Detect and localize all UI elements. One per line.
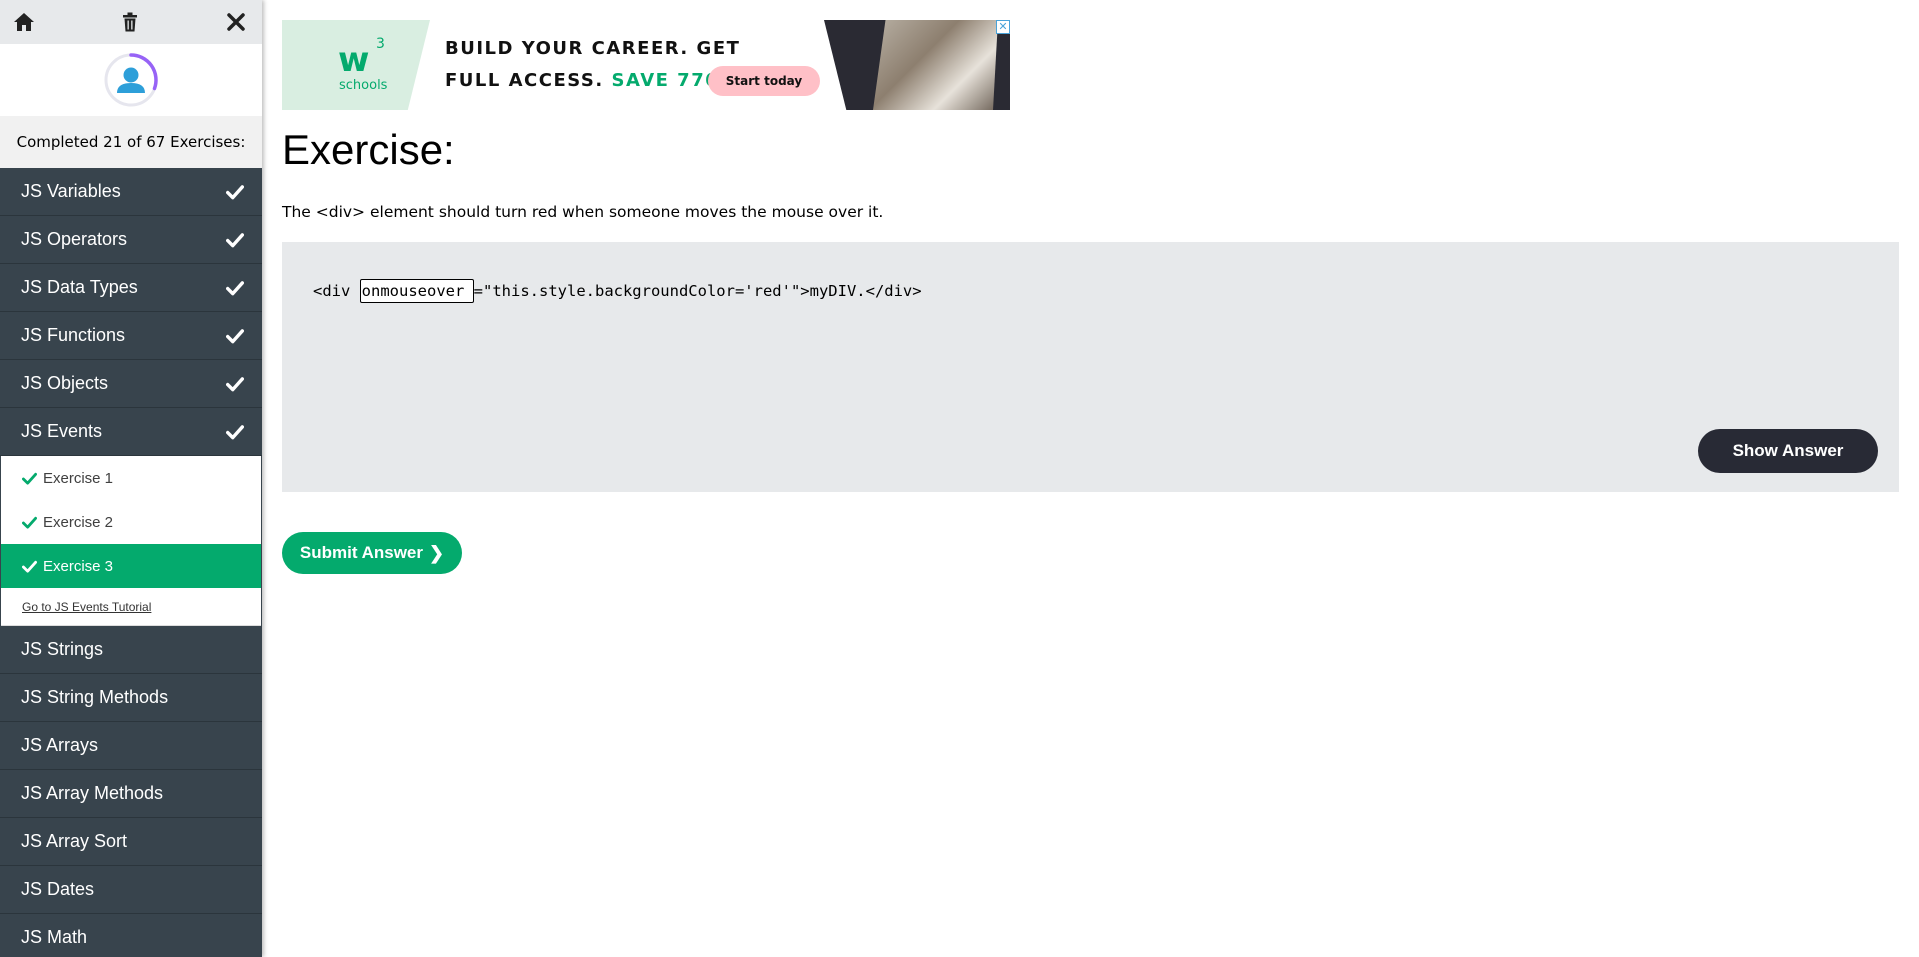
exercise-sidebar: Completed 21 of 67 Exercises: JS Variabl… — [0, 0, 262, 957]
ad-photo — [873, 20, 998, 110]
exercise-item[interactable]: Exercise 1 — [1, 456, 261, 500]
progress-text: Completed 21 of 67 Exercises: — [0, 116, 262, 168]
show-answer-button[interactable]: Show Answer — [1698, 429, 1878, 473]
exercise-item[interactable]: Exercise 2 — [1, 500, 261, 544]
check-icon — [226, 423, 244, 441]
sidebar-category-label: JS Functions — [21, 325, 126, 345]
sidebar-category-label: JS Strings — [21, 639, 104, 659]
sidebar-toolbar — [0, 0, 262, 44]
sidebar-category-label: JS Arrays — [21, 735, 99, 755]
ad-subline: FULL ACCESS. SAVE 770$ — [445, 70, 733, 91]
sidebar-category[interactable]: JS Dates — [0, 866, 262, 914]
answer-input[interactable]: onmouseover — [359, 279, 474, 303]
sidebar-category[interactable]: JS Array Methods — [0, 770, 262, 818]
check-icon — [226, 231, 244, 249]
sidebar-category[interactable]: JS Operators — [0, 216, 262, 264]
tutorial-link[interactable]: Go to JS Events Tutorial — [1, 588, 261, 626]
sidebar-category-label: JS Array Methods — [21, 783, 164, 803]
sidebar-category-label: JS Array Sort — [21, 831, 128, 851]
sidebar-category[interactable]: JS Array Sort — [0, 818, 262, 866]
reset-button[interactable] — [118, 10, 142, 34]
chevron-right-icon: ❯ — [429, 542, 445, 563]
user-icon — [104, 53, 158, 107]
w3schools-logo: w — [338, 40, 370, 80]
sidebar-category-label: JS Objects — [21, 373, 109, 393]
check-icon — [22, 515, 37, 530]
sidebar-category-label: JS Variables — [21, 181, 121, 201]
submit-answer-button[interactable]: Submit Answer ❯ — [282, 532, 462, 574]
sidebar-category-label: JS Math — [21, 927, 88, 947]
sidebar-category[interactable]: JS Arrays — [0, 722, 262, 770]
check-icon — [226, 183, 244, 201]
sidebar-category[interactable]: JS Math — [0, 914, 262, 957]
submit-label: Submit Answer — [299, 543, 423, 562]
code-exercise-box: <div onmouseover ="this.style.backgroundC… — [282, 242, 1899, 492]
sidebar-category-label: JS Operators — [21, 229, 128, 249]
ad-subline-prefix: FULL ACCESS. — [445, 70, 604, 91]
ad-headline: BUILD YOUR CAREER. GET — [445, 38, 741, 59]
advertisement-banner[interactable]: w 3 schools BUILD YOUR CAREER. GET FULL … — [282, 20, 1010, 110]
sidebar-category[interactable]: JS Strings — [0, 626, 262, 674]
exercise-item[interactable]: Exercise 3 — [1, 544, 261, 588]
home-button[interactable] — [12, 10, 36, 34]
ad-close-button[interactable]: ✕ — [996, 20, 1010, 34]
sidebar-category-label: JS Data Types — [21, 277, 138, 297]
exercise-list: Exercise 1 Exercise 2 Exercise 3 Go to JS E… — [0, 456, 262, 626]
code-line: <div onmouseover ="this.style.backgroundC… — [313, 279, 922, 303]
exercise-instruction: The <div> element should turn red when s… — [282, 203, 884, 221]
exercise-item-label: Exercise 2 — [43, 513, 114, 531]
category-list-rest: JS Strings JS String Methods JS Arrays JS A… — [0, 626, 262, 957]
w3schools-logo-text: schools — [339, 78, 388, 93]
sidebar-category[interactable]: JS Objects — [0, 360, 262, 408]
w3schools-logo-super: 3 — [376, 36, 385, 52]
main-content: w 3 schools BUILD YOUR CAREER. GET FULL … — [282, 0, 1902, 957]
check-icon — [22, 559, 37, 574]
sidebar-category[interactable]: JS Variables — [0, 168, 262, 216]
check-icon — [226, 279, 244, 297]
sidebar-category[interactable]: JS Functions — [0, 312, 262, 360]
sidebar-category-label: JS String Methods — [21, 687, 169, 707]
sidebar-category-label: JS Events — [21, 421, 103, 441]
check-icon — [22, 471, 37, 486]
exercise-item-label: Exercise 1 — [43, 469, 114, 487]
close-sidebar-button[interactable] — [224, 10, 248, 34]
code-before: <div — [313, 282, 360, 300]
page-title: Exercise: — [282, 126, 455, 173]
check-icon — [226, 375, 244, 393]
sidebar-category[interactable]: JS Events — [0, 408, 262, 456]
sidebar-category-label: JS Dates — [21, 879, 95, 899]
category-list: JS Variables JS Operators JS Data Types JS … — [0, 168, 262, 456]
ad-start-button[interactable]: Start today — [708, 66, 820, 96]
check-icon — [226, 327, 244, 345]
exercise-item-label: Exercise 3 — [43, 557, 114, 575]
close-icon — [227, 13, 245, 31]
sidebar-category[interactable]: JS Data Types — [0, 264, 262, 312]
home-icon — [14, 13, 34, 31]
sidebar-category[interactable]: JS String Methods — [0, 674, 262, 722]
code-after: ="this.style.backgroundColor='red'">myDI… — [473, 282, 922, 300]
trash-icon — [123, 12, 137, 32]
profile-progress — [0, 44, 262, 116]
